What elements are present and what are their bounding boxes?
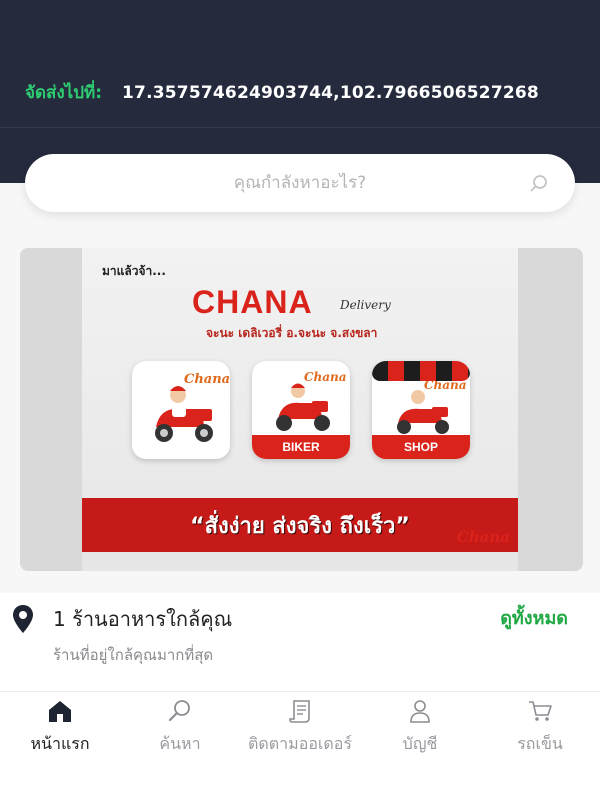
search-icon[interactable]: [529, 173, 549, 193]
nearby-subtitle: ร้านที่อยู่ใกล้คุณมากที่สุด: [53, 646, 214, 664]
banner-brand-logo: CHANA: [192, 284, 313, 320]
bottom-tab-bar: หน้าแรก ค้นหา ติดตามออเดอร์ บัญชี รถเข็น: [0, 691, 600, 800]
search-bar[interactable]: [25, 154, 575, 212]
view-all-link[interactable]: ดูทั้งหมด: [500, 603, 568, 632]
shop-app-icon: Chana SHOP: [372, 361, 470, 459]
header-divider: [0, 127, 600, 128]
tab-cart[interactable]: รถเข็น: [480, 692, 600, 800]
tab-home-label: หน้าแรก: [30, 734, 90, 753]
tab-cart-label: รถเข็น: [517, 734, 563, 753]
banner-slogan: “สั่งง่าย ส่งจริง ถึงเร็ว”: [190, 513, 410, 539]
cart-icon: [529, 701, 552, 721]
tab-account-label: บัญชี: [402, 734, 438, 753]
location-pin-icon: [13, 605, 33, 633]
biker-label: BIKER: [252, 435, 350, 459]
banner-slogan-strip: “สั่งง่าย ส่งจริง ถึงเร็ว”: [82, 498, 518, 552]
user-icon: [410, 700, 430, 723]
banner-brand-sub: Delivery: [340, 298, 391, 312]
deliver-to-label: จัดส่งไปที่:: [25, 83, 103, 103]
customer-app-icon: Chana: [132, 361, 230, 459]
biker-scooter-icon: Chana: [276, 370, 347, 431]
scooter-icon: Chana: [155, 372, 230, 442]
delivery-location[interactable]: จัดส่งไปที่: 17.357574624903744,102.7966…: [25, 79, 539, 106]
shop-label: SHOP: [372, 435, 470, 459]
delivery-coordinates[interactable]: 17.357574624903744,102.7966506527268: [122, 83, 539, 103]
banner-subtitle: จะนะ เดลิเวอรี่ อ.จะนะ จ.สงขลา: [206, 326, 378, 340]
tab-track-order-label: ติดตามออเดอร์: [248, 734, 352, 753]
nearby-section: 1 ร้านอาหารใกล้คุณ ร้านที่อยู่ใกล้คุณมาก…: [0, 593, 600, 691]
banner-watermark-logo: Chana: [456, 528, 510, 546]
svg-text:Chana: Chana: [184, 372, 230, 387]
tab-search-label: ค้นหา: [159, 734, 201, 753]
promo-banner-image: มาแล้วจ้า... CHANA Delivery จะนะ เดลิเวอ…: [82, 248, 518, 571]
biker-app-icon: Chana BIKER: [252, 361, 350, 459]
nearby-title: 1 ร้านอาหารใกล้คุณ: [53, 607, 233, 631]
tab-account[interactable]: บัญชี: [360, 692, 480, 800]
shop-awning: [372, 361, 470, 381]
home-icon: [49, 701, 71, 722]
svg-text:Chana: Chana: [304, 370, 347, 384]
tab-track-order[interactable]: ติดตามออเดอร์: [240, 692, 360, 800]
receipt-icon: [289, 700, 310, 723]
search-icon: [168, 700, 190, 722]
promo-banner[interactable]: มาแล้วจ้า... CHANA Delivery จะนะ เดลิเวอ…: [20, 248, 583, 571]
tab-search[interactable]: ค้นหา: [120, 692, 240, 800]
banner-top-text: มาแล้วจ้า...: [102, 264, 166, 278]
tab-home[interactable]: หน้าแรก: [0, 692, 120, 800]
search-input[interactable]: [100, 173, 500, 193]
